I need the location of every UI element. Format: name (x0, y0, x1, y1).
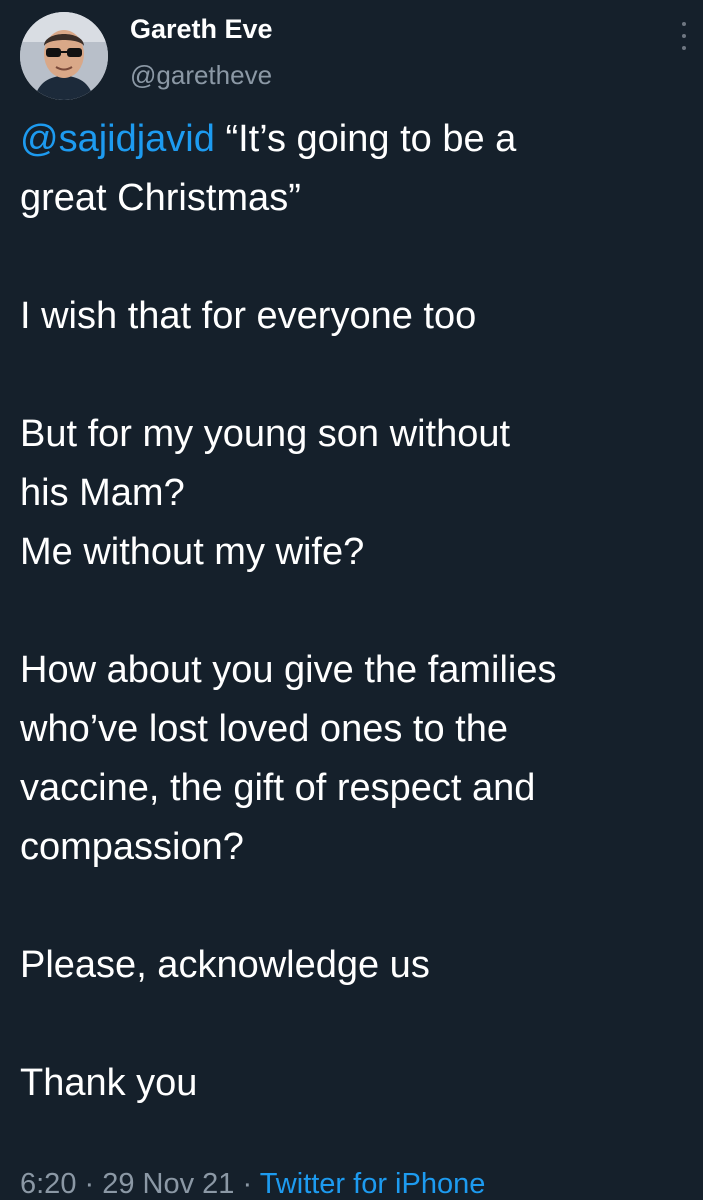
meta-separator: · (76, 1168, 103, 1200)
tweet-time[interactable]: 6:20 (20, 1168, 76, 1200)
avatar-image (20, 12, 108, 100)
tweet-line: @sajidjavid “It’s going to be a (20, 110, 700, 169)
tweet-date[interactable]: 29 Nov 21 (102, 1168, 234, 1200)
tweet-line: I wish that for everyone too (20, 295, 477, 337)
avatar[interactable] (20, 12, 108, 100)
tweet-line-text: “It’s going to be a (214, 118, 517, 160)
tweet-line: vaccine, the gift of respect and (20, 767, 536, 809)
tweet-line: his Mam? (20, 472, 185, 514)
tweet-line: Me without my wife? (20, 531, 365, 573)
tweet-line: How about you give the families (20, 649, 557, 691)
tweet-line: Thank you (20, 1062, 198, 1104)
tweet-meta: 6:20 · 29 Nov 21 · Twitter for iPhone (20, 1166, 485, 1200)
tweet-line: But for my young son without (20, 413, 511, 455)
tweet: Gareth Eve @garetheve @sajidjavid “It’s … (0, 0, 703, 1200)
tweet-text: @sajidjavid “It’s going to be a great Ch… (20, 110, 700, 1113)
tweet-line: great Christmas” (20, 177, 301, 219)
tweet-line: who’ve lost loved ones to the (20, 708, 508, 750)
user-handle[interactable]: @garetheve (130, 58, 272, 92)
tweet-line: Please, acknowledge us (20, 944, 430, 986)
meta-separator: · (234, 1168, 260, 1200)
mention-link[interactable]: @sajidjavid (20, 118, 215, 160)
more-vertical-icon[interactable] (677, 22, 691, 50)
display-name[interactable]: Gareth Eve (130, 12, 273, 46)
tweet-source-link[interactable]: Twitter for iPhone (260, 1168, 486, 1200)
tweet-line: compassion? (20, 826, 244, 868)
